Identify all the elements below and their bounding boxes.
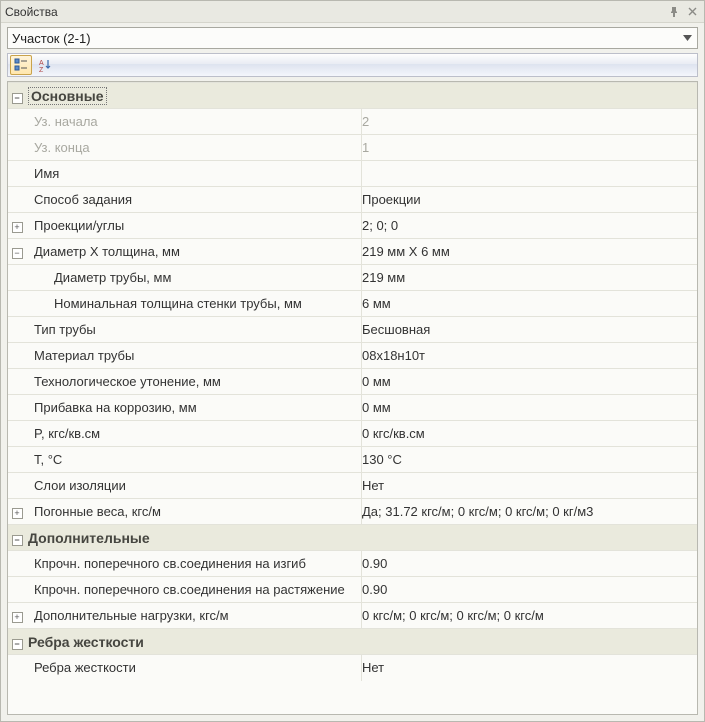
object-selector[interactable]: Участок (2-1) xyxy=(7,27,698,49)
property-label: Проекции/углы xyxy=(26,213,362,239)
property-label: Кпрочн. поперечного св.соединения на изг… xyxy=(26,551,362,577)
expand-toggle[interactable]: − xyxy=(12,639,23,650)
property-value[interactable]: 08х18н10т xyxy=(362,343,698,369)
expand-toggle[interactable]: − xyxy=(12,93,23,104)
property-label: Тип трубы xyxy=(26,317,362,343)
category-label: Дополнительные xyxy=(28,530,150,546)
category-label: Основные xyxy=(28,87,107,105)
property-value[interactable]: 219 мм X 6 мм xyxy=(362,239,698,265)
expand-toggle[interactable]: + xyxy=(12,222,23,233)
property-value[interactable]: 0 кгс/кв.см xyxy=(362,421,698,447)
property-value[interactable]: 0 мм xyxy=(362,369,698,395)
property-label: Диаметр трубы, мм xyxy=(26,265,362,291)
property-value[interactable]: 219 мм xyxy=(362,265,698,291)
property-label: Дополнительные нагрузки, кгс/м xyxy=(26,603,362,629)
property-value[interactable]: Нет xyxy=(362,473,698,499)
panel-title: Свойства xyxy=(5,5,58,19)
property-label: Способ задания xyxy=(26,187,362,213)
property-value[interactable]: 0 мм xyxy=(362,395,698,421)
property-value[interactable]: 2; 0; 0 xyxy=(362,213,698,239)
property-label: Прибавка на коррозию, мм xyxy=(26,395,362,421)
property-value[interactable]: 6 мм xyxy=(362,291,698,317)
svg-text:A: A xyxy=(39,60,44,67)
property-label: Диаметр X толщина, мм xyxy=(26,239,362,265)
property-value[interactable]: 0 кгс/м; 0 кгс/м; 0 кгс/м; 0 кгс/м xyxy=(362,603,698,629)
property-label: Ребра жесткости xyxy=(26,655,362,681)
property-value[interactable]: 2 xyxy=(362,109,698,135)
object-selector-value: Участок (2-1) xyxy=(12,31,91,46)
property-label: Материал трубы xyxy=(26,343,362,369)
property-value[interactable]: Бесшовная xyxy=(362,317,698,343)
category-label: Ребра жесткости xyxy=(28,634,144,650)
property-value[interactable]: Нет xyxy=(362,655,698,681)
svg-text:Z: Z xyxy=(39,67,44,72)
property-label: T, °C xyxy=(26,447,362,473)
property-value[interactable]: 1 xyxy=(362,135,698,161)
alphabetical-button[interactable]: A Z xyxy=(34,55,56,75)
property-grid[interactable]: − Основные Уз. начала 2 Уз. конца 1 Имя … xyxy=(7,81,698,715)
toolbar: A Z xyxy=(7,53,698,77)
property-value[interactable]: 130 °C xyxy=(362,447,698,473)
property-label: Уз. начала xyxy=(26,109,362,135)
property-value[interactable]: Проекции xyxy=(362,187,698,213)
expand-toggle[interactable]: − xyxy=(12,248,23,259)
expand-toggle[interactable]: − xyxy=(12,535,23,546)
titlebar: Свойства xyxy=(1,1,704,23)
property-label: Кпрочн. поперечного св.соединения на рас… xyxy=(26,577,362,603)
expand-toggle[interactable]: + xyxy=(12,612,23,623)
property-label: Погонные веса, кгс/м xyxy=(26,499,362,525)
property-label: Слои изоляции xyxy=(26,473,362,499)
property-value[interactable]: 0.90 xyxy=(362,551,698,577)
property-value[interactable]: Да; 31.72 кгс/м; 0 кгс/м; 0 кгс/м; 0 кг/… xyxy=(362,499,698,525)
property-label: Имя xyxy=(26,161,362,187)
chevron-down-icon xyxy=(679,30,695,46)
property-label: Номинальная толщина стенки трубы, мм xyxy=(26,291,362,317)
property-label: Уз. конца xyxy=(26,135,362,161)
property-label: P, кгс/кв.см xyxy=(26,421,362,447)
pin-button[interactable] xyxy=(666,4,682,20)
property-label: Технологическое утонение, мм xyxy=(26,369,362,395)
close-button[interactable] xyxy=(684,4,700,20)
expand-toggle[interactable]: + xyxy=(12,508,23,519)
property-value[interactable]: 0.90 xyxy=(362,577,698,603)
property-value[interactable] xyxy=(362,161,698,187)
categorized-button[interactable] xyxy=(10,55,32,75)
